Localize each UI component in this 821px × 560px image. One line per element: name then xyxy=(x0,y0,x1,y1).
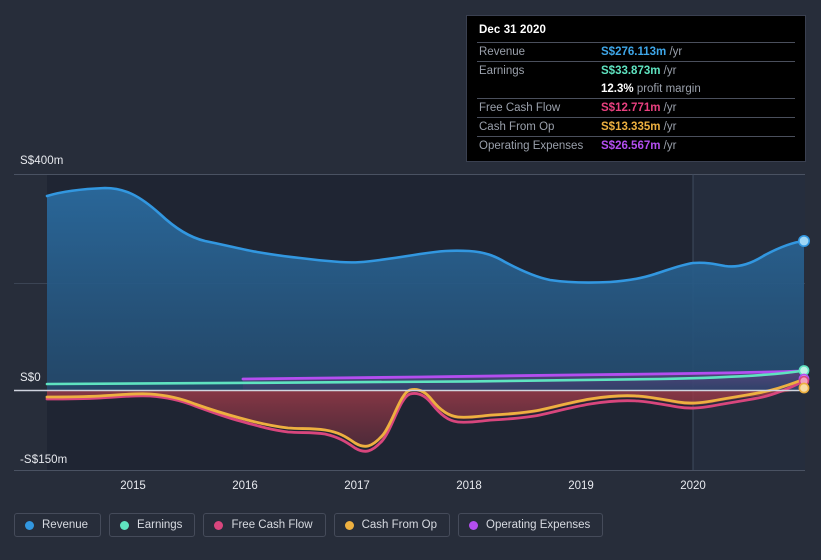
legend-dot-operating-expenses-icon xyxy=(469,520,479,530)
tooltip-value-operating-expenses: S$26.567m /yr xyxy=(599,137,795,156)
tooltip-date: Dec 31 2020 xyxy=(479,24,546,36)
tooltip-number-earnings: S$33.873m xyxy=(601,65,661,77)
y-axis-label-neg150: -S$150m xyxy=(20,454,68,466)
legend-item-free-cash-flow[interactable]: Free Cash Flow xyxy=(203,513,326,537)
x-axis-label-2016: 2016 xyxy=(232,480,258,492)
tooltip-row-profit-margin: 12.3% profit margin xyxy=(477,80,795,99)
legend-dot-revenue-icon xyxy=(25,520,34,530)
tooltip-value-profit-margin: 12.3% profit margin xyxy=(599,80,795,99)
tooltip-number-cash-from-op: S$13.335m xyxy=(601,121,661,133)
x-axis-label-2018: 2018 xyxy=(456,480,482,492)
tooltip-value-free-cash-flow: S$12.771m /yr xyxy=(599,99,795,118)
tooltip-number-operating-expenses: S$26.567m xyxy=(601,140,661,152)
legend-dot-free-cash-flow-icon xyxy=(214,520,224,530)
tooltip-row-cash-from-op: Cash From Op S$13.335m /yr xyxy=(477,117,795,137)
chart-tooltip: Dec 31 2020 Revenue S$276.113m /yr Earni… xyxy=(466,15,806,162)
cash-from-op-end-marker xyxy=(798,382,810,394)
tooltip-key-earnings: Earnings xyxy=(479,65,525,77)
y-axis-label-0: S$0 xyxy=(20,372,41,384)
tooltip-row-revenue: Revenue S$276.113m /yr xyxy=(477,42,795,62)
legend-dot-cash-from-op-icon xyxy=(344,520,354,530)
tooltip-unit-operating-expenses: /yr xyxy=(663,140,677,152)
x-axis-label-2019: 2019 xyxy=(568,480,594,492)
tooltip-unit-revenue: /yr xyxy=(669,46,683,58)
chart-page: S$400m S$0 -S$150m 2015 2016 2017 2018 2… xyxy=(0,0,821,560)
legend-label-earnings: Earnings xyxy=(137,519,183,531)
x-axis-label-2017: 2017 xyxy=(344,480,370,492)
tooltip-value-revenue: S$276.113m /yr xyxy=(599,43,795,62)
tooltip-unit-profit-margin: profit margin xyxy=(636,83,701,95)
tooltip-number-free-cash-flow: S$12.771m xyxy=(601,102,661,114)
tooltip-key-operating-expenses: Operating Expenses xyxy=(479,140,584,152)
tooltip-key-revenue: Revenue xyxy=(479,46,526,58)
tooltip-unit-earnings: /yr xyxy=(663,65,677,77)
tooltip-unit-cash-from-op: /yr xyxy=(663,121,677,133)
tooltip-key-profit-margin xyxy=(477,80,599,99)
legend-label-cash-from-op: Cash From Op xyxy=(361,519,438,531)
y-axis-label-400: S$400m xyxy=(20,155,64,167)
legend-label-operating-expenses: Operating Expenses xyxy=(486,519,591,531)
x-axis-label-2015: 2015 xyxy=(120,480,146,492)
x-axis-label-2020: 2020 xyxy=(680,480,706,492)
revenue-end-marker xyxy=(797,235,810,248)
tooltip-row-earnings: Earnings S$33.873m /yr xyxy=(477,61,795,81)
tooltip-value-cash-from-op: S$13.335m /yr xyxy=(599,118,795,137)
tooltip-row-operating-expenses: Operating Expenses S$26.567m /yr xyxy=(477,136,795,156)
legend-label-free-cash-flow: Free Cash Flow xyxy=(231,519,313,531)
tooltip-row-free-cash-flow: Free Cash Flow S$12.771m /yr xyxy=(477,98,795,118)
tooltip-value-earnings: S$33.873m /yr xyxy=(599,62,795,81)
tooltip-number-profit-margin: 12.3% xyxy=(601,83,634,95)
legend-item-earnings[interactable]: Earnings xyxy=(109,513,196,537)
legend-item-cash-from-op[interactable]: Cash From Op xyxy=(333,513,451,537)
chart-legend: Revenue Earnings Free Cash Flow Cash Fro… xyxy=(14,513,604,537)
tooltip-key-cash-from-op: Cash From Op xyxy=(479,121,555,133)
tooltip-table: Revenue S$276.113m /yr Earnings S$33.873… xyxy=(477,42,795,155)
legend-item-revenue[interactable]: Revenue xyxy=(14,513,102,537)
legend-item-operating-expenses[interactable]: Operating Expenses xyxy=(458,513,604,537)
tooltip-number-revenue: S$276.113m xyxy=(601,46,667,58)
tooltip-unit-free-cash-flow: /yr xyxy=(663,102,677,114)
tooltip-key-free-cash-flow: Free Cash Flow xyxy=(479,102,561,114)
legend-dot-earnings-icon xyxy=(120,520,130,530)
legend-label-revenue: Revenue xyxy=(42,519,89,531)
